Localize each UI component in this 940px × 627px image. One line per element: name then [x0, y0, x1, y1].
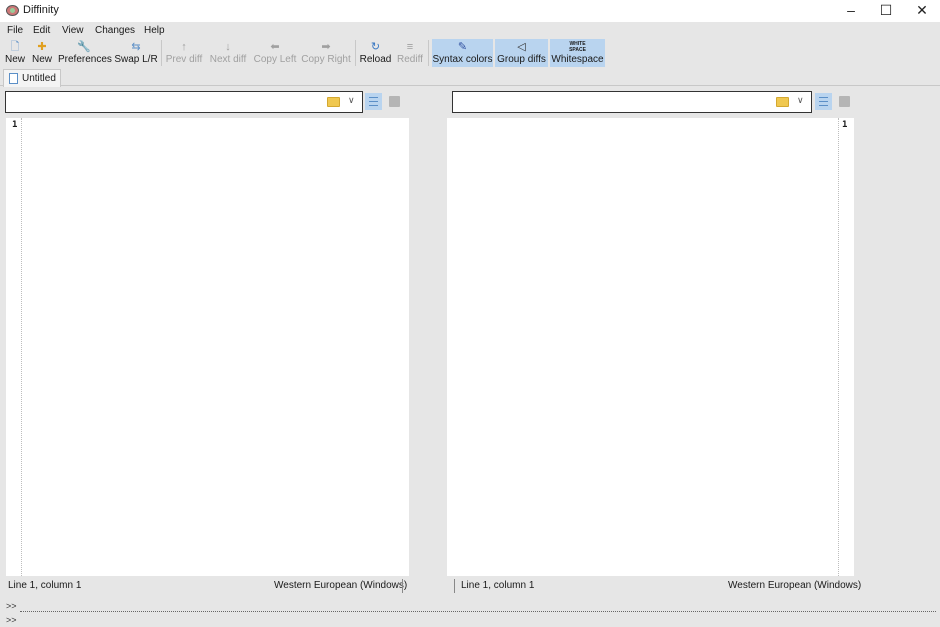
copy-right-button[interactable]: ➡ Copy Right	[301, 39, 351, 67]
maximize-button[interactable]: ☐	[868, 0, 904, 22]
status-separator	[402, 579, 403, 593]
rediff-button[interactable]: ≡ Rediff	[395, 39, 425, 67]
next-diff-button[interactable]: ↓ Next diff	[208, 39, 248, 67]
new-folder-button[interactable]: ✚ New	[30, 39, 54, 67]
minimize-button[interactable]: –	[833, 0, 869, 22]
new-folder-compare-icon: ✚	[37, 41, 47, 53]
line-number: 1	[12, 120, 18, 130]
console-panel[interactable]: >> >>	[0, 599, 940, 627]
console-prompt: >>	[6, 615, 17, 625]
right-status-position: Line 1, column 1	[461, 580, 535, 591]
left-status-position: Line 1, column 1	[8, 580, 82, 591]
reload-icon: ↻	[370, 41, 381, 53]
left-path-input[interactable]	[8, 94, 318, 110]
whitespace-toggle[interactable]: WHITE SPACE Whitespace	[550, 39, 605, 67]
pen-icon: ✎	[457, 41, 468, 53]
right-path-input[interactable]	[455, 94, 767, 110]
menu-view[interactable]: View	[62, 25, 84, 36]
menu-bar: File Edit View Changes Help	[0, 23, 940, 38]
preferences-button[interactable]: 🔧 Preferences	[58, 39, 112, 67]
left-path-combobox[interactable]: ∨	[5, 91, 363, 113]
open-folder-icon[interactable]	[776, 97, 789, 107]
copy-left-button[interactable]: ⬅ Copy Left	[253, 39, 297, 67]
swap-icon: ⇆	[131, 41, 141, 53]
syntax-colors-toggle[interactable]: ✎ Syntax colors	[432, 39, 493, 67]
title-bar: Diffinity – ☐ ✕	[0, 0, 940, 22]
line-list-icon[interactable]	[365, 93, 382, 110]
menu-edit[interactable]: Edit	[33, 25, 50, 36]
left-line-gutter: 1	[6, 118, 22, 576]
wrench-icon: 🔧	[77, 41, 91, 53]
menu-changes[interactable]: Changes	[95, 25, 135, 36]
chevron-down-icon[interactable]: ∨	[348, 95, 355, 106]
new-document-icon: 🗋	[10, 41, 20, 53]
arrow-left-icon: ⬅	[270, 41, 280, 53]
line-number: 1	[842, 120, 848, 130]
prev-diff-button[interactable]: ↑ Prev diff	[165, 39, 203, 67]
open-folder-icon[interactable]	[327, 97, 340, 107]
right-editor[interactable]: 1	[447, 118, 854, 576]
menu-file[interactable]: File	[7, 25, 23, 36]
save-icon[interactable]	[836, 93, 853, 110]
line-list-icon[interactable]	[815, 93, 832, 110]
reload-button[interactable]: ↻ Reload	[359, 39, 392, 67]
new-button[interactable]: 🗋 New	[4, 39, 26, 67]
toolbar: 🗋 New ✚ New 🔧 Preferences ⇆ Swap L/R ↑ P…	[0, 38, 940, 68]
toolbar-separator	[355, 40, 356, 66]
toolbar-separator	[161, 40, 162, 66]
tab-untitled[interactable]: Untitled	[3, 69, 61, 87]
group-diffs-toggle[interactable]: ◁ Group diffs	[495, 39, 548, 67]
group-diffs-icon: ◁	[517, 41, 526, 53]
menu-help[interactable]: Help	[144, 25, 165, 36]
document-icon	[9, 73, 18, 84]
save-icon[interactable]	[386, 93, 403, 110]
whitespace-icon: WHITE SPACE	[569, 41, 586, 53]
arrow-right-icon: ➡	[321, 41, 331, 53]
left-editor[interactable]: 1	[6, 118, 409, 576]
right-line-gutter: 1	[838, 118, 854, 576]
tab-bar: Untitled	[0, 68, 940, 87]
left-status-encoding: Western European (Windows)	[274, 580, 408, 591]
rediff-icon: ≡	[406, 41, 414, 53]
close-button[interactable]: ✕	[904, 0, 940, 22]
status-separator	[454, 579, 455, 593]
arrow-up-circle-icon: ↑	[181, 41, 187, 53]
app-logo-icon	[6, 5, 19, 16]
right-status-encoding: Western European (Windows)	[728, 580, 862, 591]
chevron-down-icon[interactable]: ∨	[797, 95, 804, 106]
swap-button[interactable]: ⇆ Swap L/R	[114, 39, 158, 67]
arrow-down-circle-icon: ↓	[225, 41, 231, 53]
console-divider	[20, 611, 936, 612]
right-path-combobox[interactable]: ∨	[452, 91, 812, 113]
toolbar-separator	[428, 40, 429, 66]
window-title: Diffinity	[23, 4, 59, 16]
console-prompt: >>	[6, 601, 17, 611]
